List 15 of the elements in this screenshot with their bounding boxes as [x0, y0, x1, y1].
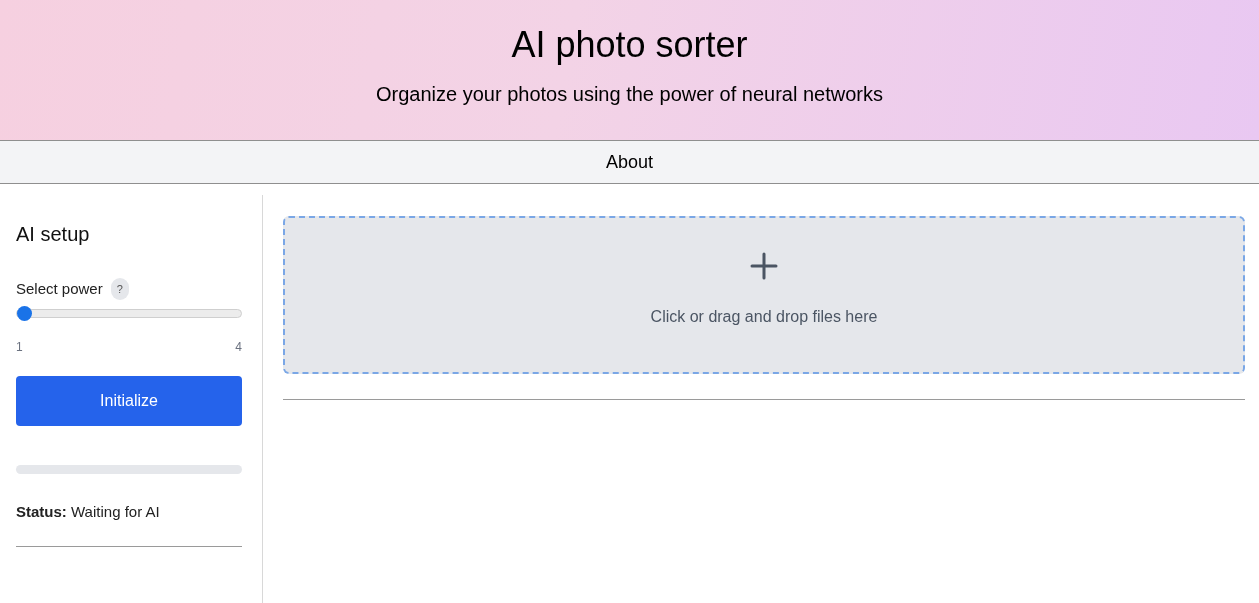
- initialize-button[interactable]: Initialize: [16, 376, 242, 426]
- status-text: Status: Waiting for AI: [16, 502, 161, 522]
- page-title: AI photo sorter: [511, 24, 748, 66]
- slider-thumb[interactable]: [17, 306, 32, 321]
- slider-label: Select power: [16, 279, 103, 299]
- help-button[interactable]: ?: [110, 278, 129, 300]
- file-dropzone[interactable]: Click or drag and drop files here: [283, 216, 1245, 374]
- section-heading: AI setup: [16, 222, 91, 247]
- nav-link[interactable]: About: [605, 151, 653, 173]
- slider-max-label: 4: [235, 340, 242, 354]
- plus-icon: [750, 252, 778, 280]
- page-subtitle: Organize your photos using the power of neural networks: [376, 82, 883, 106]
- dropzone-text: Click or drag and drop files here: [650, 307, 878, 327]
- slider-min-label: 1: [16, 340, 23, 354]
- slider-track[interactable]: [16, 309, 242, 318]
